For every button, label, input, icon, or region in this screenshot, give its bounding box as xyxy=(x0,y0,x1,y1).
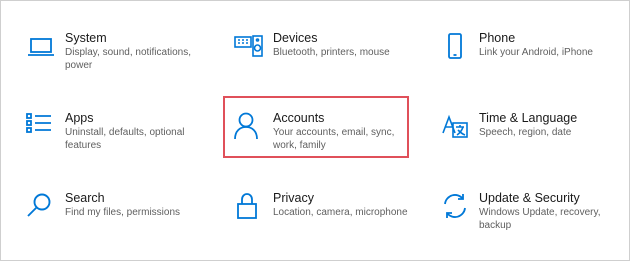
laptop-icon xyxy=(25,31,57,63)
tile-description: Uninstall, defaults, optional features xyxy=(65,127,185,151)
tile-title: Time & Language xyxy=(479,111,578,125)
tile-description: Find my files, permissions xyxy=(65,207,181,218)
lock-icon xyxy=(233,191,265,223)
search-icon xyxy=(25,191,57,223)
tile-title: Search xyxy=(65,191,105,205)
tile-phone[interactable]: Phone Link your Android, iPhone xyxy=(439,31,630,101)
tile-system[interactable]: System Display, sound, notifications, po… xyxy=(25,31,225,101)
tile-devices[interactable]: Devices Bluetooth, printers, mouse xyxy=(233,31,433,101)
tile-description: Bluetooth, printers, mouse xyxy=(273,47,390,58)
tile-title: System xyxy=(65,31,107,45)
keyboard-speaker-icon xyxy=(233,31,265,63)
tile-description: Windows Update, recovery, backup xyxy=(479,207,601,231)
tile-title: Phone xyxy=(479,31,516,45)
accounts-highlight-box xyxy=(223,96,409,158)
tile-search[interactable]: Search Find my files, permissions xyxy=(25,191,225,261)
tile-title: Apps xyxy=(65,111,94,125)
tile-description: Display, sound, notifications, power xyxy=(65,47,191,71)
time-language-icon xyxy=(439,111,471,143)
tile-time-language[interactable]: Time & Language Speech, region, date xyxy=(439,111,630,181)
sync-icon xyxy=(439,191,471,223)
tile-apps[interactable]: Apps Uninstall, defaults, optional featu… xyxy=(25,111,225,181)
tile-title: Privacy xyxy=(273,191,314,205)
tile-title: Devices xyxy=(273,31,318,45)
tile-title: Update & Security xyxy=(479,191,580,205)
tile-update-security[interactable]: Update & Security Windows Update, recove… xyxy=(439,191,630,261)
apps-list-icon xyxy=(25,111,57,143)
tile-description: Link your Android, iPhone xyxy=(479,47,593,58)
tile-description: Location, camera, microphone xyxy=(273,207,408,218)
phone-icon xyxy=(439,31,471,63)
settings-panel: System Display, sound, notifications, po… xyxy=(0,0,630,261)
tile-description: Speech, region, date xyxy=(479,127,572,138)
tile-privacy[interactable]: Privacy Location, camera, microphone xyxy=(233,191,433,261)
